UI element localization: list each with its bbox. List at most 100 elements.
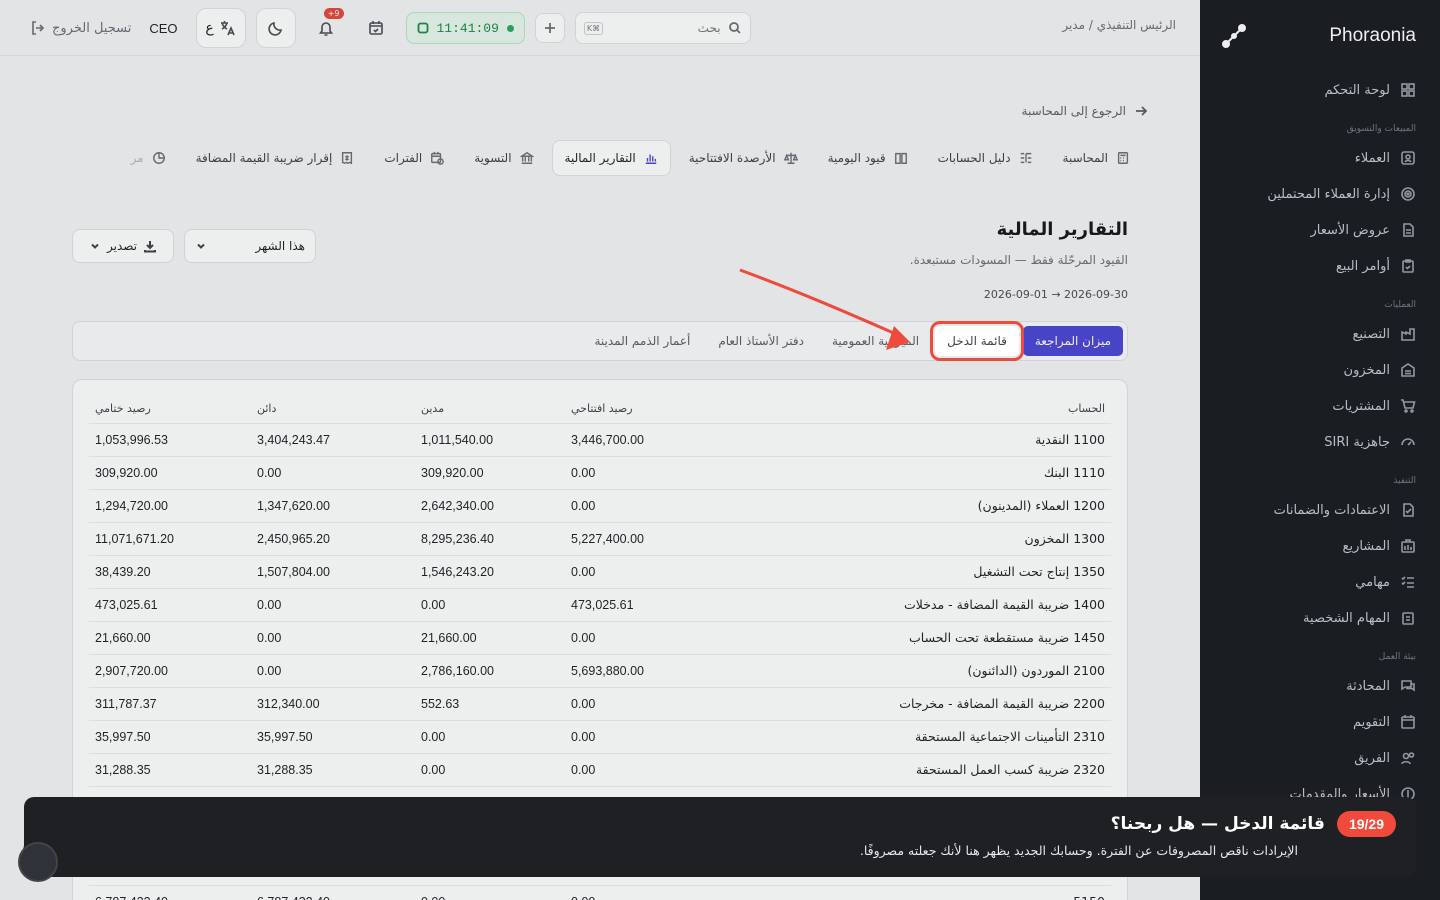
theme-toggle-button[interactable] xyxy=(255,8,296,48)
team-icon xyxy=(1401,752,1415,765)
table-header-cell[interactable]: الحساب xyxy=(715,394,1111,423)
calendar-icon xyxy=(1401,715,1415,729)
amount-cell: 1,053,996.53 xyxy=(89,422,251,456)
amount-cell: 0.00 xyxy=(565,752,715,786)
accounting-subnav: المحاسبة دليل الحسابات قيود اليومية الأرصدة… xyxy=(119,140,1142,176)
account-cell: 1300 المخزون xyxy=(715,521,1111,555)
subnav-tab[interactable]: الفترات xyxy=(372,140,456,176)
subnav-tab-label: قيود اليومية xyxy=(827,151,886,165)
subnav-tab-label: دليل الحسابات xyxy=(937,151,1011,165)
report-tab[interactable]: ميزان المراجعة xyxy=(1022,326,1123,356)
language-button[interactable]: ع xyxy=(195,8,246,48)
subnav-tab[interactable]: التقارير المالية xyxy=(551,140,671,176)
brand[interactable]: Phoraonia xyxy=(1212,0,1424,72)
table-header-cell[interactable]: رصيد افتتاحي xyxy=(565,394,715,423)
sidebar-item[interactable]: المحادثة xyxy=(1212,668,1424,704)
search-input[interactable] xyxy=(610,21,721,35)
subnav-tab[interactable]: دليل الحسابات xyxy=(926,140,1045,176)
sidebar-item[interactable]: التقويم xyxy=(1212,704,1424,740)
sidebar-item[interactable]: إدارة العملاء المحتملين xyxy=(1212,176,1424,212)
target-icon xyxy=(1401,187,1415,201)
brand-logo-icon xyxy=(1222,24,1246,48)
table-row[interactable]: 1350 إنتاج تحت التشغيل 0.00 1,546,243.20 1,… xyxy=(89,554,1111,588)
calendar-button[interactable] xyxy=(356,8,396,48)
table-row[interactable]: 2200 ضريبة القيمة المضافة - مخرجات 0.00 55… xyxy=(89,686,1111,720)
sidebar-item-label: جاهزية SIRI xyxy=(1324,434,1390,450)
sidebar-item-label: التصنيع xyxy=(1352,326,1390,342)
floating-avatar[interactable] xyxy=(18,842,58,882)
amount-cell: 35,997.50 xyxy=(251,719,415,753)
sidebar-item[interactable]: جاهزية SIRI xyxy=(1212,424,1424,460)
sidebar-item[interactable]: أوامر البيع xyxy=(1212,248,1424,284)
report-tab[interactable]: الميزانية العمومية xyxy=(820,326,931,356)
report-tab[interactable]: دفتر الأستاذ العام xyxy=(706,326,816,356)
subnav-tab[interactable]: قيود اليومية xyxy=(816,140,920,176)
logout-label: تسجيل الخروج xyxy=(52,20,132,36)
clock-square-icon xyxy=(417,22,428,34)
search-shortcut: K⌘ xyxy=(583,21,604,35)
sidebar-item[interactable]: مهامي xyxy=(1212,564,1424,600)
subnav-tab[interactable]: المحاسبة xyxy=(1051,140,1142,176)
sidebar-item-label: مهامي xyxy=(1355,574,1390,590)
amount-cell: 0.00 xyxy=(565,884,715,900)
sidebar-item[interactable]: المخزون xyxy=(1212,352,1424,388)
amount-cell: 31,288.35 xyxy=(89,752,251,786)
export-label: تصدير xyxy=(107,239,138,253)
user-name[interactable]: CEO xyxy=(149,21,177,36)
plus-icon xyxy=(544,23,555,33)
sidebar-item[interactable]: التصنيع xyxy=(1212,316,1424,352)
sidebar-group-label: العمليات xyxy=(1384,300,1416,310)
amount-cell: 0.00 xyxy=(251,455,415,489)
receipt-icon xyxy=(342,152,353,165)
table-row[interactable]: 1110 البنك 0.00 309,920.00 0.00 309,920.00 xyxy=(89,455,1111,489)
sidebar-item[interactable]: عروض الأسعار xyxy=(1212,212,1424,248)
table-row[interactable]: 2310 التأمينات الاجتماعية المستحقة 0.00 0.… xyxy=(89,719,1111,753)
notifications-button[interactable]: +9 xyxy=(306,8,346,48)
sidebar-item[interactable]: العملاء xyxy=(1212,140,1424,176)
sidebar-item[interactable]: لوحة التحكم xyxy=(1212,72,1424,108)
sidebar-item[interactable]: المشتريات xyxy=(1212,388,1424,424)
amount-cell: 0.00 xyxy=(565,620,715,654)
account-cell: 2100 الموردون (الدائنون) xyxy=(715,653,1111,687)
table-header-cell[interactable]: رصيد ختامي xyxy=(89,394,251,423)
subnav-tab[interactable]: التسوية xyxy=(462,140,545,176)
table-row[interactable]: 2100 الموردون (الدائنون) 5,693,880.00 2,78… xyxy=(89,653,1111,687)
sidebar-item[interactable]: الاعتمادات والضمانات xyxy=(1212,492,1424,528)
table-row[interactable]: 51500.000.006,787,432.406,787,432.40 xyxy=(89,884,1111,900)
table-row[interactable]: 2320 ضريبة كسب العمل المستحقة 0.00 0.00 31,… xyxy=(89,752,1111,786)
subnav-tab[interactable]: الأرصدة الافتتاحية xyxy=(677,140,810,176)
subnav-tab-label: إقرار ضريبة القيمة المضافة xyxy=(195,151,333,165)
table-row[interactable]: 1300 المخزون 5,227,400.00 8,295,236.40 2,45… xyxy=(89,521,1111,555)
table-header-cell[interactable]: دائن xyxy=(251,394,415,423)
sidebar-item[interactable]: المهام الشخصية xyxy=(1212,600,1424,636)
table-row[interactable]: 1450 ضريبة مستقطعة تحت الحساب 0.00 21,660.… xyxy=(89,620,1111,654)
sidebar-item[interactable]: المشاريع xyxy=(1212,528,1424,564)
date-range: 2026-09-01 → 2026-09-30 xyxy=(983,288,1128,301)
back-to-accounting-link[interactable]: الرجوع إلى المحاسبة xyxy=(1022,104,1148,118)
projects-icon xyxy=(1401,539,1415,553)
logout-button[interactable]: تسجيل الخروج xyxy=(30,20,131,36)
table-row[interactable]: 1100 النقدية 3,446,700.00 1,011,540.00 3,40… xyxy=(89,422,1111,456)
search-box[interactable]: K⌘ xyxy=(574,12,751,44)
role-breadcrumb: الرئيس التنفيذي / مدير xyxy=(1062,18,1176,32)
status-dot xyxy=(506,24,514,32)
table-header-cell[interactable]: مدين xyxy=(415,394,565,423)
table-row[interactable]: 1200 العملاء (المدينون) 0.00 2,642,340.00 1… xyxy=(89,488,1111,522)
report-tab[interactable]: أعمار الذمم المدينة xyxy=(582,326,702,356)
amount-cell: 311,787.37 xyxy=(89,686,251,720)
subnav-tab[interactable]: إقرار ضريبة القيمة المضافة xyxy=(184,140,367,176)
subnav-tab[interactable]: مر xyxy=(119,140,178,176)
quick-add-button[interactable] xyxy=(534,13,565,43)
export-button[interactable]: تصدير xyxy=(72,229,174,263)
sidebar-item[interactable]: الفريق xyxy=(1212,740,1424,776)
sidebar-item-label: الفريق xyxy=(1354,750,1390,766)
period-select[interactable]: هذا الشهر xyxy=(184,229,316,263)
amount-cell: 0.00 xyxy=(415,587,565,621)
calculator-icon xyxy=(1117,152,1129,164)
clipboard-icon xyxy=(1402,259,1414,273)
report-tab[interactable]: قائمة الدخل xyxy=(930,321,1024,361)
table-row[interactable]: 1400 ضريبة القيمة المضافة - مدخلات 473,02… xyxy=(89,587,1111,621)
account-cell: 2320 ضريبة كسب العمل المستحقة xyxy=(715,752,1111,786)
amount-cell: 2,907,720.00 xyxy=(89,653,251,687)
sidebar-item-label: الاعتمادات والضمانات xyxy=(1273,502,1390,518)
